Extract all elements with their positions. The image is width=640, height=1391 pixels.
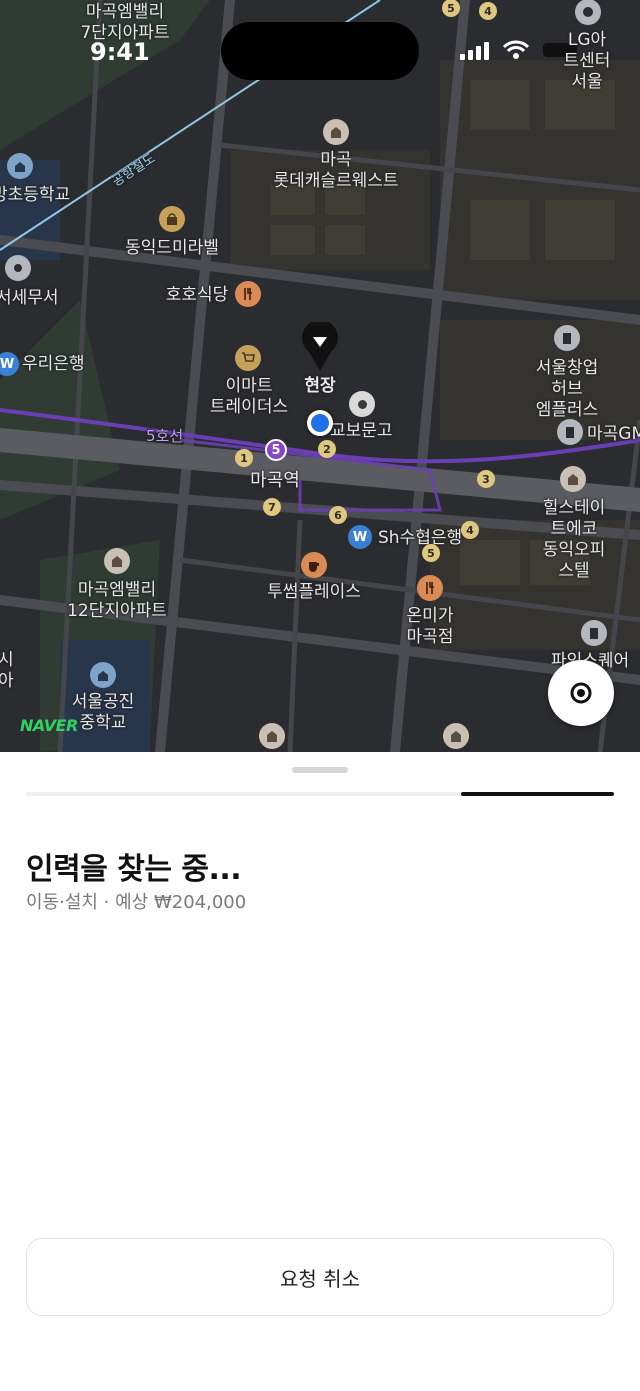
office-icon[interactable]	[581, 620, 607, 646]
place-label: 서울창업허브 엠플러스	[535, 358, 599, 420]
subway-exit-badge: 6	[329, 506, 347, 524]
apartment-icon[interactable]	[104, 548, 130, 574]
place-label: 마곡 롯데캐슬르웨스트	[273, 150, 399, 191]
place-tax-office[interactable]: 서세무서	[0, 288, 59, 309]
place-label: 온미가 마곡점	[406, 606, 454, 647]
destination-label: 현장	[304, 376, 336, 396]
school-icon[interactable]	[7, 153, 33, 179]
place-label: 마곡역	[250, 470, 300, 491]
sheet-drag-handle[interactable]	[292, 767, 348, 773]
place-label: 우리은행	[22, 354, 85, 374]
subway-exit-badge: 2	[318, 440, 336, 458]
sheet-title: 인력을 찾는 중...	[26, 852, 242, 887]
place-lg-art[interactable]: LG아트센터 서울	[561, 30, 614, 93]
place-label: 방초등학교	[0, 185, 71, 205]
restaurant-icon[interactable]	[235, 281, 261, 307]
office-icon[interactable]	[554, 325, 580, 351]
place-kyobo[interactable]: 교보문고	[330, 421, 393, 442]
theater-icon[interactable]	[575, 0, 601, 25]
naver-logo: NAVER	[20, 716, 78, 735]
cafe-icon[interactable]	[301, 552, 327, 578]
apartment-icon[interactable]	[443, 723, 469, 749]
search-progress-fill	[461, 792, 614, 796]
place-label: 서울공진 중학교	[71, 692, 135, 733]
search-progress-bar	[26, 792, 614, 796]
wifi-icon	[503, 40, 529, 59]
place-label: 이마트 트레이더스	[209, 376, 289, 417]
place-twosome[interactable]: 투썸플레이스	[267, 582, 361, 603]
subway-exit-badge: 5	[422, 544, 440, 562]
apartment-icon[interactable]	[323, 119, 349, 145]
place-woori[interactable]: 우리은행	[22, 354, 85, 375]
restaurant-icon[interactable]	[417, 575, 443, 601]
apartment-icon[interactable]	[259, 723, 285, 749]
bank-icon[interactable]: W	[348, 525, 372, 549]
place-label: 호호식당	[165, 285, 229, 305]
place-label: LG아트센터 서울	[563, 30, 611, 92]
place-sh-bank[interactable]: Sh수협은행	[378, 528, 462, 549]
cart-icon[interactable]	[235, 345, 261, 371]
place-label: 마곡엠밸리 12단지아파트	[67, 580, 167, 621]
place-label: 마곡GM	[587, 424, 640, 444]
place-dongik-mirabel[interactable]: 동익드미라벨	[125, 238, 219, 259]
place-hills[interactable]: 힐스테이트에코 동익오피스텔	[541, 498, 607, 582]
subway-exit-badge: 4	[479, 2, 497, 20]
place-magok-12[interactable]: 마곡엠밸리 12단지아파트	[67, 580, 167, 622]
place-onmiga[interactable]: 온미가 마곡점	[407, 606, 454, 648]
office-icon[interactable]	[557, 419, 583, 445]
apartment-icon[interactable]	[560, 466, 586, 492]
cancel-request-button[interactable]: 요청 취소	[26, 1238, 614, 1316]
bottom-sheet: 인력을 찾는 중... 이동·설치 · 예상 ₩204,000 요청 취소	[0, 752, 640, 1391]
place-seoul-changup[interactable]: 서울창업허브 엠플러스	[531, 358, 604, 421]
landmark-icon[interactable]	[349, 391, 375, 417]
subway-line5-badge[interactable]: 5	[265, 439, 287, 461]
target-icon	[570, 682, 592, 704]
subway-exit-badge: 4	[461, 521, 479, 539]
subway-exit-badge: 7	[263, 498, 281, 516]
current-location-dot	[307, 410, 333, 436]
place-magok-gm[interactable]: 마곡GM	[587, 424, 640, 445]
locate-me-button[interactable]	[548, 660, 614, 726]
place-label: 투썸플레이스	[267, 582, 361, 602]
place-label: Sh수협은행	[378, 528, 463, 548]
place-label: 마곡엠밸리 7단지아파트	[80, 2, 170, 43]
place-label: 교보문고	[330, 421, 393, 441]
subway-exit-badge: 1	[235, 449, 253, 467]
place-gongjin[interactable]: 서울공진 중학교	[72, 692, 135, 734]
place-label: 동익드미라벨	[125, 238, 219, 258]
place-label: 힐스테이트에코 동익오피스텔	[542, 498, 606, 581]
government-icon[interactable]	[5, 255, 31, 281]
job-summary: 이동·설치 · 예상 ₩204,000	[26, 892, 247, 913]
place-magok-7[interactable]: 마곡엠밸리 7단지아파트	[80, 2, 169, 44]
place-magok-station[interactable]: 마곡역	[250, 470, 300, 491]
map-view[interactable]: 9:41 마곡엠밸리 7단지아파트 LG아트센터 서울 마곡 롯데캐슬르웨스트 …	[0, 0, 640, 752]
dynamic-island	[221, 22, 419, 80]
place-left-edge[interactable]: 시 아	[0, 650, 14, 692]
place-label: 시 아	[0, 650, 14, 691]
school-icon[interactable]	[90, 662, 116, 688]
place-lotte-castle[interactable]: 마곡 롯데캐슬르웨스트	[273, 150, 398, 192]
shopping-bag-icon[interactable]	[159, 206, 185, 232]
place-hoho[interactable]: 호호식당	[166, 285, 229, 306]
cellular-signal-icon	[460, 42, 489, 60]
place-school-top[interactable]: 방초등학교	[0, 185, 70, 206]
place-label: 서세무서	[0, 288, 59, 308]
place-emart[interactable]: 이마트 트레이더스	[210, 376, 288, 418]
subway-exit-badge: 3	[477, 470, 495, 488]
destination-pin-icon[interactable]	[301, 322, 339, 372]
subway-line-label: 5호선	[146, 427, 184, 445]
